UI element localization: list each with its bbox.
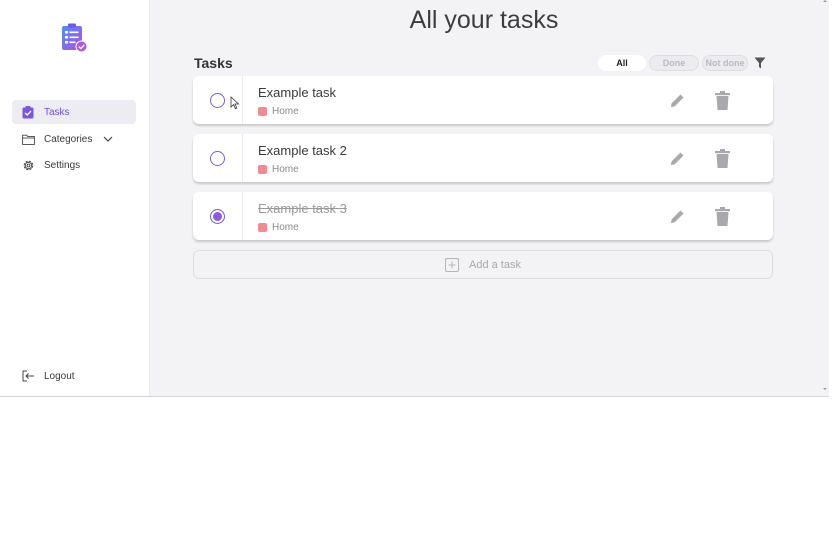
sidebar-item-label: Tasks xyxy=(44,106,70,118)
trash-icon xyxy=(714,206,730,226)
task-name: Example task 2 xyxy=(258,143,347,158)
edit-task-button[interactable] xyxy=(669,208,686,225)
sidebar-item-label: Categories xyxy=(44,133,93,145)
filter-all-button[interactable]: All xyxy=(598,55,646,71)
clipboard-check-icon xyxy=(21,105,35,119)
checkbox-circle-icon xyxy=(210,92,225,108)
pencil-icon xyxy=(671,210,684,223)
plus-square-icon xyxy=(445,257,459,272)
add-task-button[interactable]: Add a task xyxy=(193,250,773,279)
task-complete-toggle[interactable] xyxy=(193,134,243,182)
filter-not-done-button[interactable]: Not done xyxy=(702,55,748,71)
sidebar: Tasks Categories Settings Logout xyxy=(0,0,150,396)
task-category: Home xyxy=(258,164,299,175)
pencil-icon xyxy=(671,152,684,165)
delete-task-button[interactable] xyxy=(713,90,731,110)
delete-task-button[interactable] xyxy=(713,148,731,168)
category-label: Home xyxy=(272,106,299,117)
task-item: Example task Home xyxy=(193,76,773,124)
task-item: Example task 3 Home xyxy=(193,192,773,240)
task-category: Home xyxy=(258,222,299,233)
logout-label: Logout xyxy=(44,370,75,382)
page-title: All your tasks xyxy=(409,6,559,34)
edit-task-button[interactable] xyxy=(669,150,686,167)
category-label: Home xyxy=(272,222,299,233)
trash-icon xyxy=(714,148,730,168)
checkbox-circle-icon xyxy=(210,150,225,166)
app-window: Tasks Categories Settings Logout All you… xyxy=(0,0,829,397)
section-title: Tasks xyxy=(194,55,233,71)
task-filters: All Done Not done xyxy=(598,55,766,71)
task-item: Example task 2 Home xyxy=(193,134,773,182)
edit-task-button[interactable] xyxy=(669,92,686,109)
task-name: Example task xyxy=(258,85,337,100)
filter-icon[interactable] xyxy=(754,57,766,69)
sidebar-item-settings[interactable]: Settings xyxy=(12,153,136,177)
task-name: Example task 3 xyxy=(258,201,347,216)
sidebar-item-tasks[interactable]: Tasks xyxy=(12,100,136,124)
add-task-label: Add a task xyxy=(469,258,521,271)
logout-icon xyxy=(21,369,35,383)
chevron-down-icon[interactable] xyxy=(102,133,114,145)
sidebar-item-categories[interactable]: Categories xyxy=(12,127,136,151)
checkbox-circle-checked-icon xyxy=(210,208,225,224)
trash-icon xyxy=(714,90,730,110)
category-label: Home xyxy=(272,164,299,175)
mouse-cursor-icon xyxy=(230,96,240,110)
scrollbar[interactable] xyxy=(822,0,828,396)
pencil-icon xyxy=(671,94,684,107)
category-color-dot xyxy=(258,165,267,174)
delete-task-button[interactable] xyxy=(713,206,731,226)
task-complete-toggle[interactable] xyxy=(193,192,243,240)
category-color-dot xyxy=(258,223,267,232)
task-category: Home xyxy=(258,106,299,117)
filter-done-button[interactable]: Done xyxy=(649,55,699,71)
category-color-dot xyxy=(258,107,267,116)
folder-icon xyxy=(21,132,35,146)
logout-button[interactable]: Logout xyxy=(12,364,136,388)
main-content: All your tasks Tasks All Done Not done E… xyxy=(150,0,829,396)
sidebar-item-label: Settings xyxy=(44,159,81,171)
gear-icon xyxy=(21,158,35,172)
clipboard-logo-icon xyxy=(59,22,89,54)
